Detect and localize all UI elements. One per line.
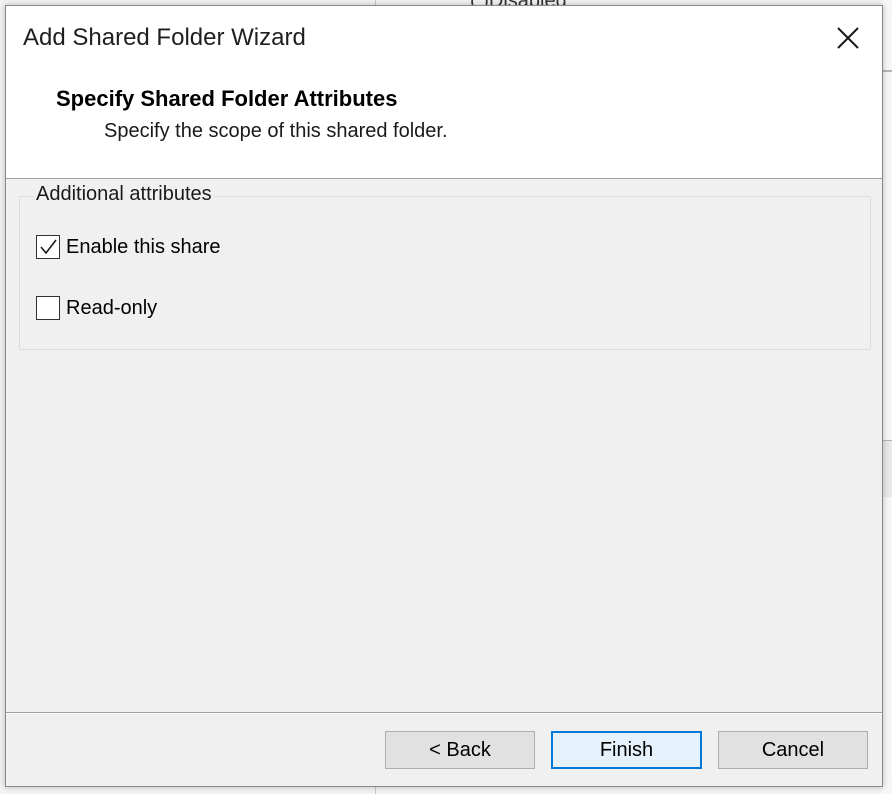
enable-share-checkbox-row[interactable]: Enable this share — [36, 235, 221, 259]
footer-divider-highlight — [6, 713, 882, 714]
cancel-button[interactable]: Cancel — [718, 731, 868, 769]
window-title: Add Shared Folder Wizard — [23, 24, 306, 51]
group-label: Additional attributes — [34, 183, 214, 206]
background-right-control — [882, 440, 892, 497]
wizard-header: Specify Shared Folder Attributes Specify… — [6, 68, 882, 179]
read-only-checkbox-row[interactable]: Read-only — [36, 296, 157, 320]
wizard-dialog: Add Shared Folder Wizard Specify Shared … — [5, 5, 883, 787]
page-title: Specify Shared Folder Attributes — [56, 86, 398, 111]
read-only-label: Read-only — [66, 296, 158, 319]
additional-attributes-group: Additional attributes Enable this share … — [19, 183, 871, 350]
enable-share-checkbox[interactable] — [36, 235, 60, 259]
close-button[interactable] — [824, 18, 872, 58]
page-subtitle: Specify the scope of this shared folder. — [104, 120, 448, 142]
enable-share-label: Enable this share — [66, 235, 221, 258]
read-only-checkbox[interactable] — [36, 296, 60, 320]
close-icon — [837, 27, 859, 49]
background-right-edge — [882, 0, 892, 794]
background-right-mark — [882, 70, 892, 72]
finish-button[interactable]: Finish — [551, 731, 702, 769]
checkmark-icon — [40, 239, 57, 255]
back-button[interactable]: < Back — [385, 731, 535, 769]
title-bar[interactable]: Add Shared Folder Wizard — [6, 6, 882, 68]
